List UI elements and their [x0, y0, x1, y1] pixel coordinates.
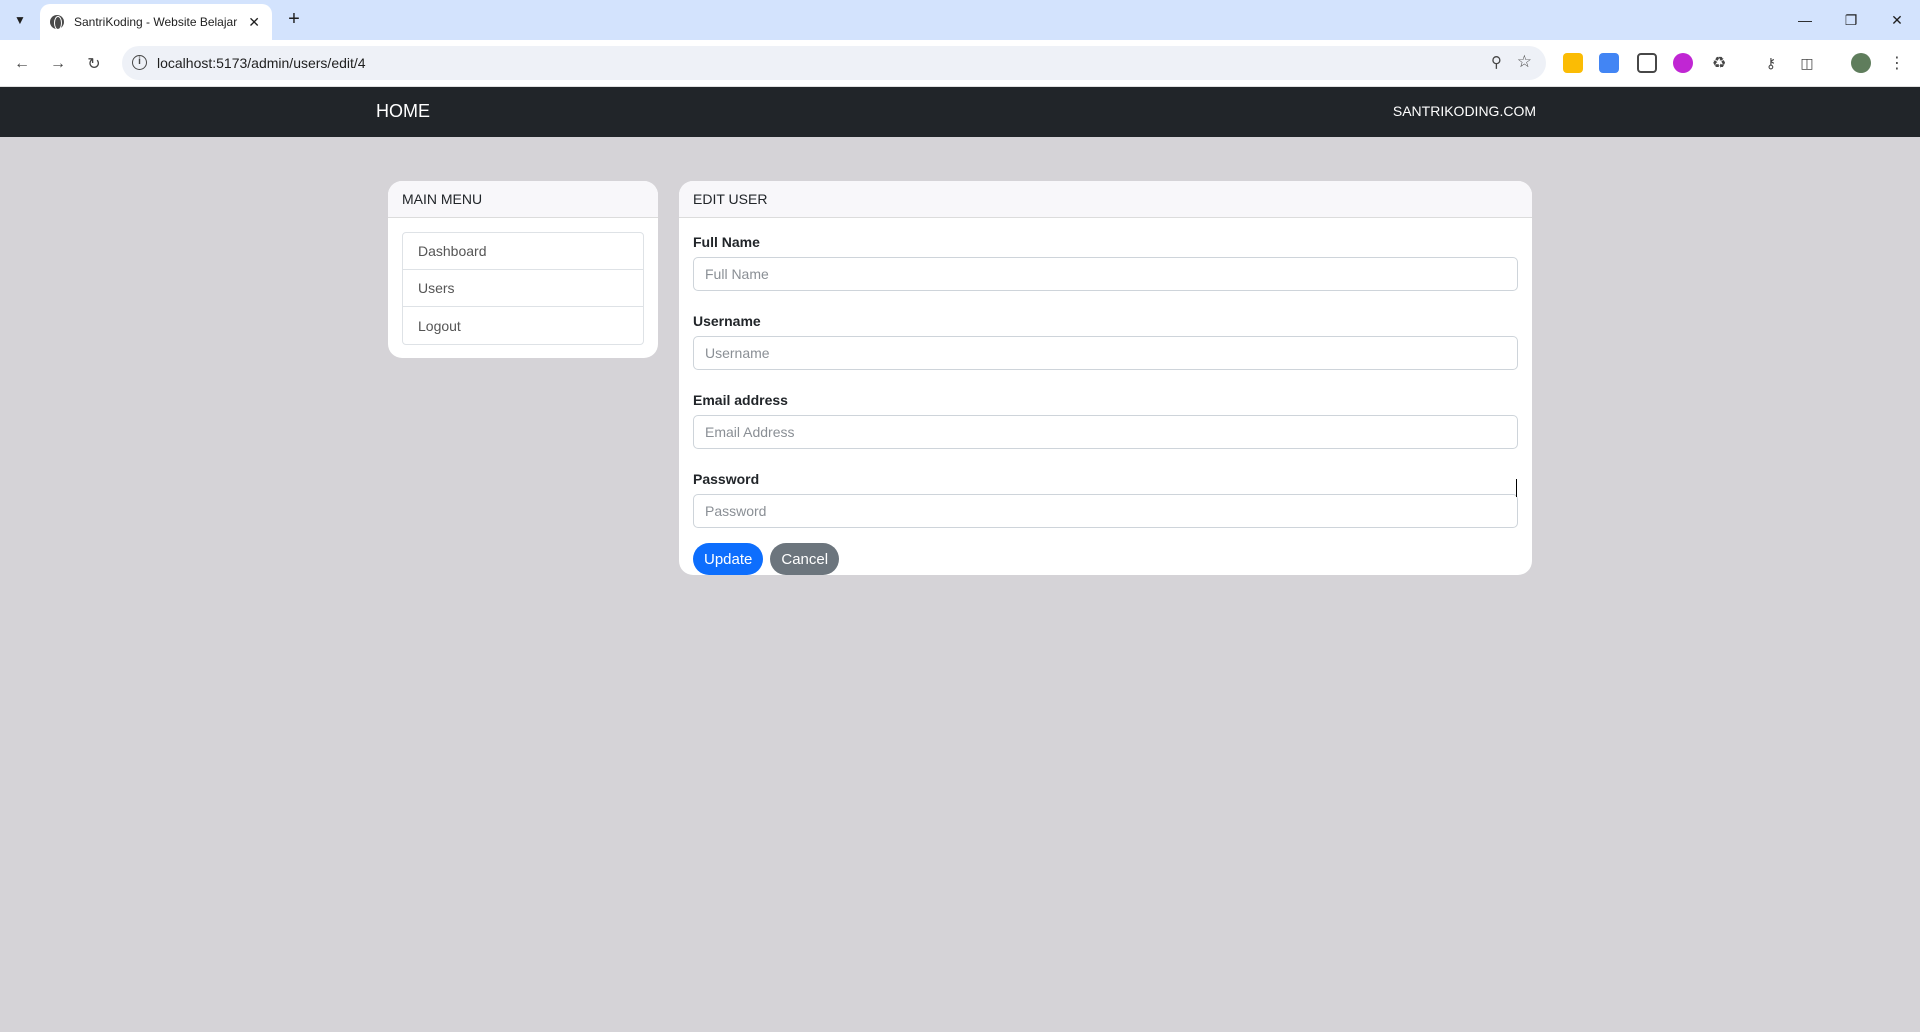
email-label: Email address [693, 392, 788, 408]
tab-title: SantriKoding - Website Belajar [74, 15, 238, 29]
username-input[interactable] [693, 336, 1518, 370]
update-button[interactable]: Update [693, 543, 764, 575]
address-url[interactable]: localhost:5173/admin/users/edit/4 [157, 55, 366, 71]
site-navbar: HOME SANTRIKODING.COM [0, 87, 1920, 137]
menu-list: Dashboard Users Logout [402, 232, 644, 345]
browser-tab-bar: ▼ SantriKoding - Website Belajar ✕ + — ❐… [0, 0, 1920, 40]
menu-item-dashboard[interactable]: Dashboard [403, 233, 643, 270]
cast-extension-icon[interactable] [1637, 53, 1657, 73]
username-label: Username [693, 313, 761, 329]
email-input[interactable] [693, 415, 1518, 449]
site-info-icon[interactable]: i [132, 55, 147, 70]
edit-user-form: Full Name Username Email address Passwor… [679, 218, 1532, 575]
main-menu-header: MAIN MENU [388, 181, 658, 218]
new-tab-plus-icon[interactable]: + [282, 8, 306, 32]
minimize-icon[interactable]: — [1782, 0, 1828, 40]
docs-extension-icon[interactable] [1599, 53, 1619, 73]
browser-tab[interactable]: SantriKoding - Website Belajar ✕ [40, 4, 272, 40]
menu-item-logout[interactable]: Logout [403, 307, 643, 344]
forward-arrow-icon[interactable]: → [44, 50, 72, 78]
bookmark-star-icon[interactable]: ☆ [1517, 52, 1532, 72]
more-menu-icon[interactable]: ⋮ [1887, 53, 1907, 73]
back-arrow-icon[interactable]: ← [8, 50, 36, 78]
password-label: Password [693, 471, 760, 487]
cancel-button[interactable]: Cancel [770, 543, 840, 575]
window-close-icon[interactable]: ✕ [1874, 0, 1920, 40]
restore-icon[interactable]: ❐ [1828, 0, 1874, 40]
extensions-puzzle-icon[interactable]: ♻ [1709, 53, 1729, 73]
santrikoding-link[interactable]: SANTRIKODING.COM [1393, 103, 1536, 119]
address-bar[interactable]: i localhost:5173/admin/users/edit/4 ⚲ ☆ [122, 46, 1546, 80]
home-link[interactable]: HOME [376, 101, 430, 122]
tab-search-chevron-icon[interactable]: ▼ [8, 8, 32, 32]
browser-toolbar: ← → ↻ i localhost:5173/admin/users/edit/… [0, 40, 1920, 87]
drive-extension-icon[interactable] [1563, 53, 1583, 73]
globe-icon [50, 15, 64, 30]
edit-user-header: EDIT USER [679, 181, 1532, 218]
text-caret [1516, 479, 1517, 497]
reload-icon[interactable]: ↻ [80, 50, 108, 78]
menu-item-users[interactable]: Users [403, 270, 643, 307]
tab-close-icon[interactable]: ✕ [246, 14, 262, 31]
purple-extension-icon[interactable] [1673, 53, 1693, 73]
form-actions: Update Cancel [693, 543, 1518, 575]
side-panel-icon[interactable]: ◫ [1797, 53, 1817, 73]
password-key-icon[interactable]: ⚷ [1761, 53, 1781, 73]
edit-user-card: EDIT USER Full Name Username Email addre… [679, 181, 1532, 575]
profile-avatar[interactable] [1851, 53, 1871, 73]
main-menu-card: MAIN MENU Dashboard Users Logout [388, 181, 658, 358]
zoom-icon[interactable]: ⚲ [1491, 53, 1502, 71]
password-input[interactable] [693, 494, 1518, 528]
full-name-input[interactable] [693, 257, 1518, 291]
full-name-label: Full Name [693, 234, 760, 250]
